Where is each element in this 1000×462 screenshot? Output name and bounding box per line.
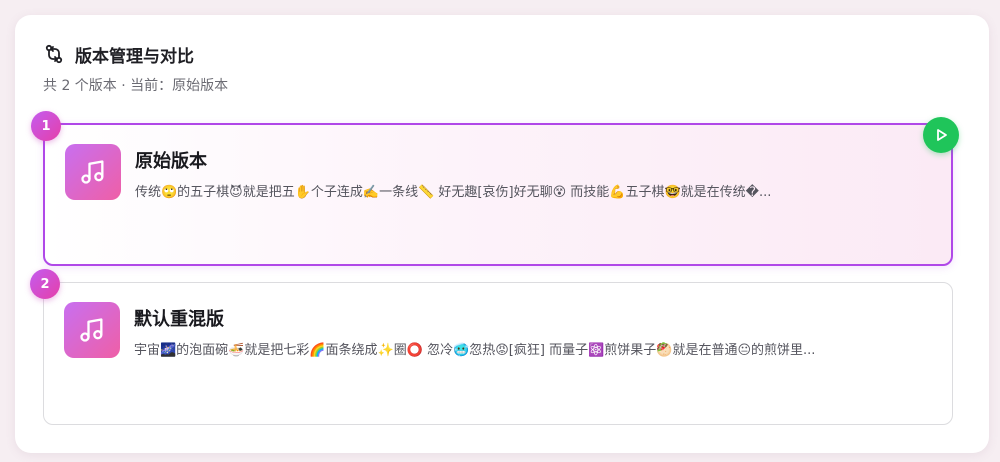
version-description: 传统🙄的五子棋😈就是把五✋个子连成✍️一条线📏 好无趣[哀伤]好无聊😵 而技能💪…: [135, 185, 772, 200]
panel-title: 版本管理与对比: [75, 46, 194, 67]
music-note-icon: [64, 302, 120, 358]
version-card-original[interactable]: 1 原始版本 传统🙄的五子棋😈就是把五✋个子连成✍️一条线📏 好无趣[哀伤]好无…: [31, 111, 959, 266]
version-description: 宇宙🌌的泡面碗🍜就是把七彩🌈面条绕成✨圈⭕ 忽冷🥶忽热😡[疯狂] 而量子⚛️煎饼…: [134, 343, 816, 358]
version-title: 默认重混版: [134, 309, 224, 330]
version-title: 原始版本: [135, 151, 207, 172]
git-compare-icon: [43, 43, 65, 65]
panel-header: 版本管理与对比: [43, 41, 194, 67]
version-summary: 共 2 个版本 · 当前：原始版本: [43, 78, 229, 94]
version-index-badge: 2: [30, 269, 60, 299]
play-button[interactable]: [923, 117, 959, 153]
version-index-badge: 1: [31, 111, 61, 141]
version-card-remix[interactable]: 2 默认重混版 宇宙🌌的泡面碗🍜就是把七彩🌈面条绕成✨圈⭕ 忽冷🥶忽热😡[疯狂]…: [30, 269, 953, 425]
play-icon: [937, 129, 947, 141]
version-management-panel: 版本管理与对比 共 2 个版本 · 当前：原始版本 1 原始版本 传统🙄的五子棋…: [15, 15, 989, 453]
music-note-icon: [65, 144, 121, 200]
